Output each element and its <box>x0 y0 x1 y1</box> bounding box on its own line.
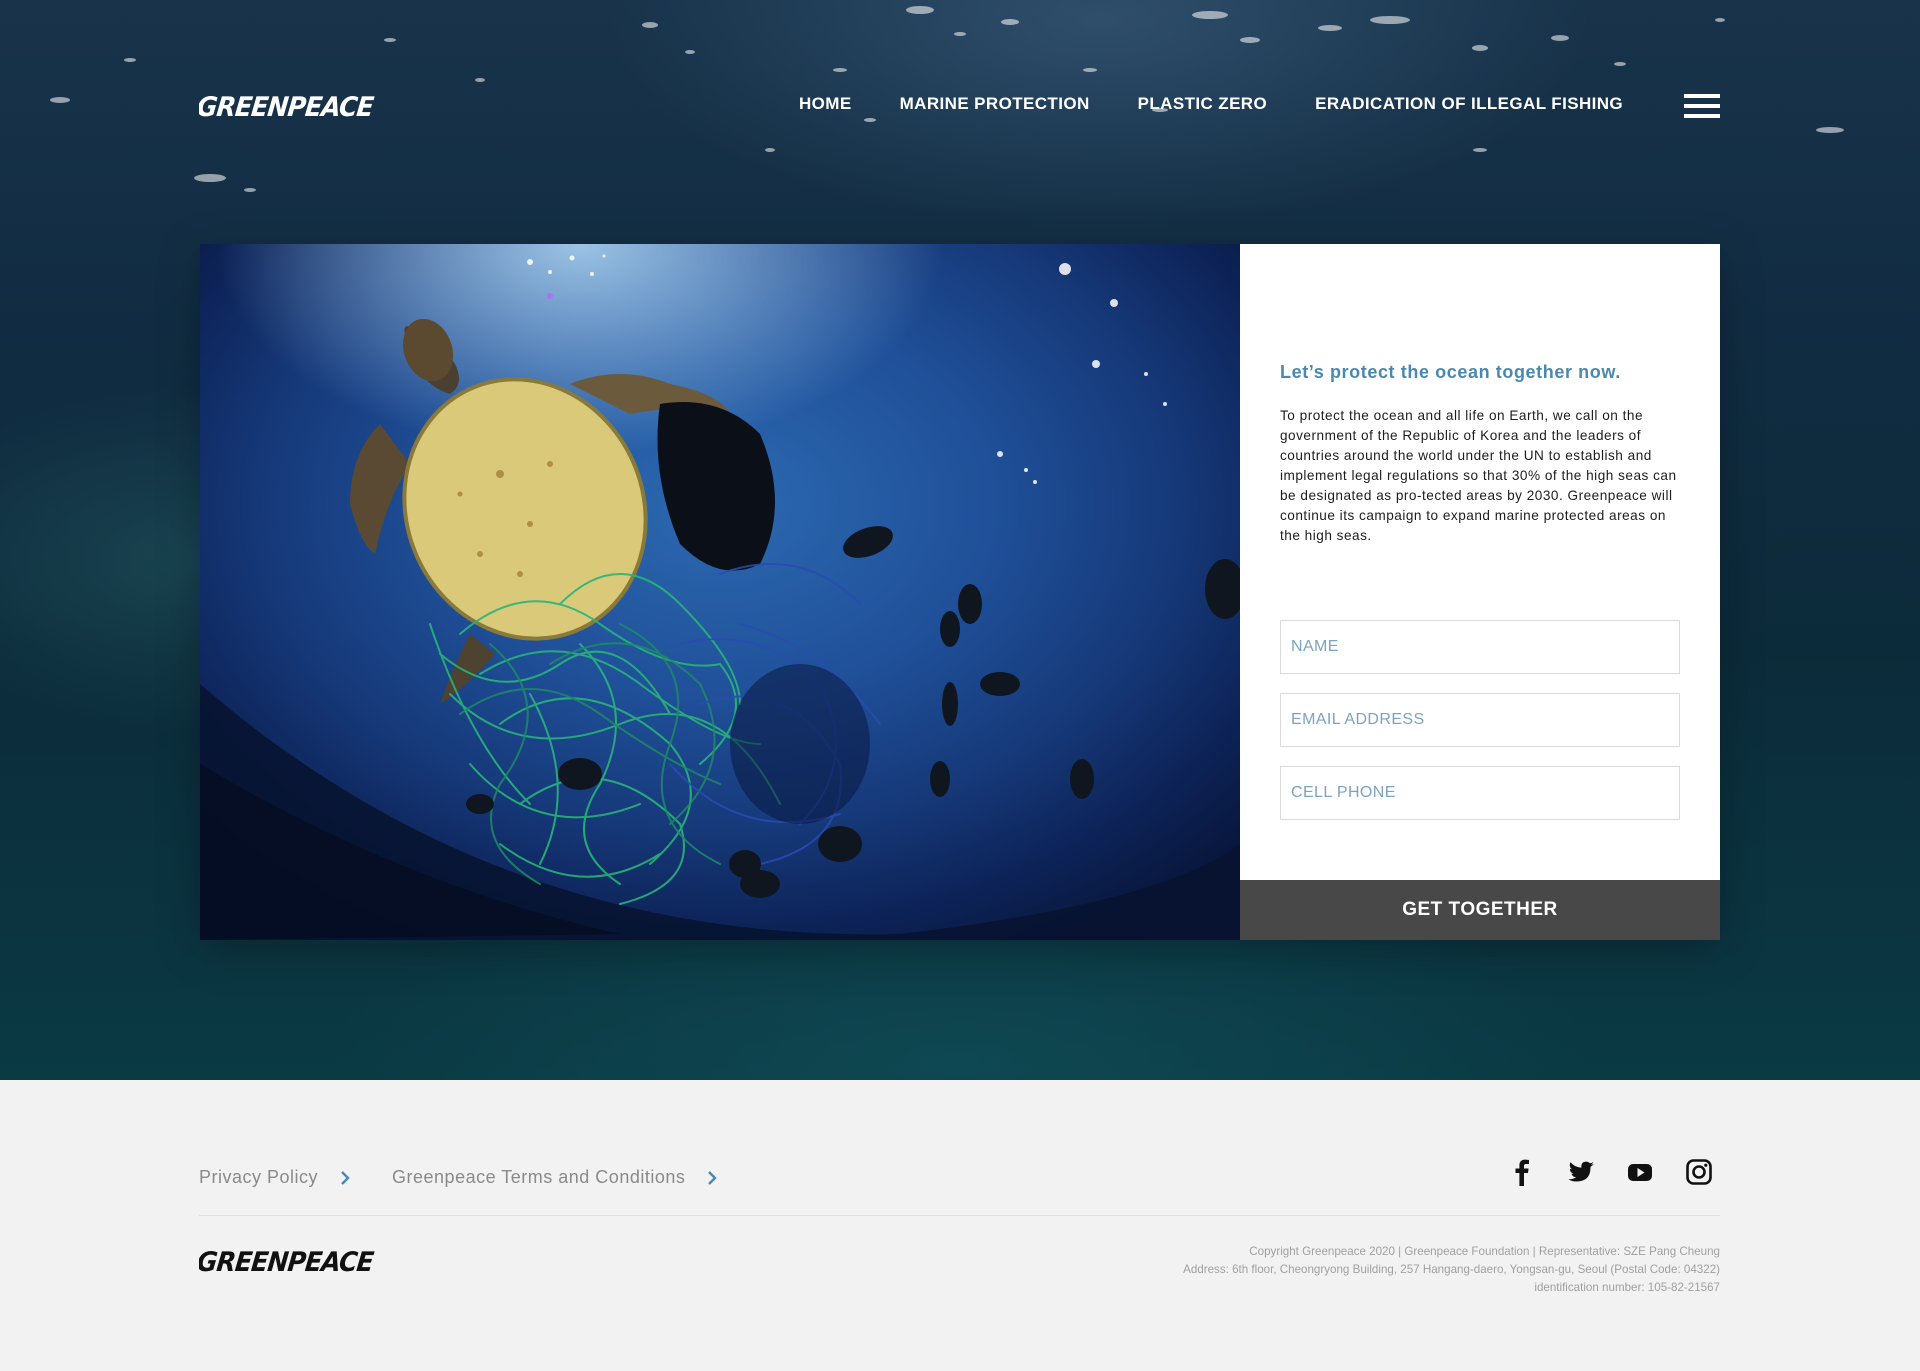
water-surface-background <box>50 6 1844 192</box>
signup-card: Let’s protect the ocean together now. To… <box>200 244 1720 940</box>
footer-divider <box>199 1215 1720 1216</box>
main-nav: HOME MARINE PROTECTION PLASTIC ZERO ERAD… <box>799 94 1623 114</box>
hamburger-menu-icon[interactable] <box>1684 94 1720 118</box>
form-description: To protect the ocean and all life on Ear… <box>1280 408 1677 543</box>
footer: Privacy Policy Greenpeace Terms and Cond… <box>0 1080 1920 1371</box>
instagram-icon[interactable] <box>1685 1158 1713 1186</box>
terms-and-conditions-link[interactable]: Greenpeace Terms and Conditions <box>392 1167 718 1188</box>
terms-and-conditions-label: Greenpeace Terms and Conditions <box>392 1167 686 1187</box>
nav-marine-protection[interactable]: MARINE PROTECTION <box>900 94 1090 114</box>
logo-text: GREENPEACE <box>199 92 376 122</box>
email-input[interactable] <box>1280 693 1680 747</box>
youtube-icon[interactable] <box>1626 1158 1654 1186</box>
chevron-right-icon <box>708 1170 718 1185</box>
identification-number-line: identification number: 105-82-21567 <box>1534 1281 1720 1294</box>
name-input[interactable] <box>1280 620 1680 674</box>
address-line: Address: 6th floor, Cheongryong Building… <box>1183 1263 1720 1276</box>
nav-plastic-zero[interactable]: PLASTIC ZERO <box>1138 94 1267 114</box>
nav-home[interactable]: HOME <box>799 94 852 114</box>
footer-logo-text: GREENPEACE <box>199 1247 376 1277</box>
hero-section: GREENPEACE HOME MARINE PROTECTION PLASTI… <box>0 0 1920 1080</box>
footer-links: Privacy Policy Greenpeace Terms and Cond… <box>199 1167 759 1188</box>
facebook-icon[interactable] <box>1508 1158 1536 1186</box>
twitter-icon[interactable] <box>1567 1158 1595 1186</box>
signup-form-panel: Let’s protect the ocean together now. To… <box>1240 244 1720 940</box>
greenpeace-logo-footer[interactable]: GREENPEACE <box>199 1243 379 1277</box>
chevron-right-icon <box>341 1170 350 1185</box>
privacy-policy-link[interactable]: Privacy Policy <box>199 1167 350 1188</box>
social-links <box>1508 1158 1713 1186</box>
get-together-button[interactable]: GET TOGETHER <box>1240 880 1720 940</box>
cell-phone-input[interactable] <box>1280 766 1680 820</box>
legal-info: Copyright Greenpeace 2020 | Greenpeace F… <box>1183 1243 1720 1297</box>
nav-eradication-of-illegal-fishing[interactable]: ERADICATION OF ILLEGAL FISHING <box>1315 94 1623 114</box>
privacy-policy-label: Privacy Policy <box>199 1167 319 1187</box>
greenpeace-logo[interactable]: GREENPEACE <box>199 88 379 122</box>
form-heading: Let’s protect the ocean together now. <box>1280 362 1621 382</box>
copyright-line: Copyright Greenpeace 2020 | Greenpeace F… <box>1249 1245 1720 1258</box>
turtle-net-photo <box>200 244 1240 940</box>
